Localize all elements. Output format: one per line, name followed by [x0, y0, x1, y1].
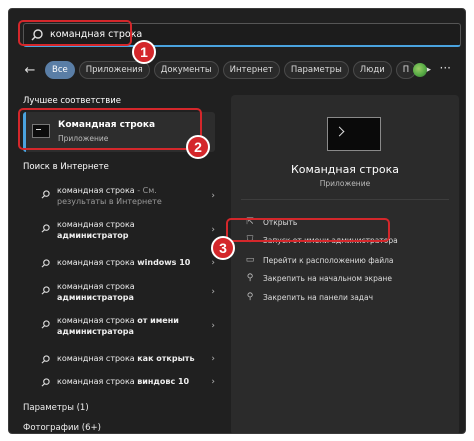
- web-result-query: командная строка: [57, 316, 138, 325]
- highlight-search: [18, 20, 132, 46]
- web-result-query: командная строка: [57, 354, 138, 363]
- tab-apps[interactable]: Приложения: [78, 61, 150, 79]
- action-label: Закрепить на начальном экране: [263, 273, 392, 283]
- web-result-query: командная строка: [57, 282, 135, 291]
- chevron-right-icon: ›: [211, 225, 215, 235]
- search-icon: [41, 355, 50, 364]
- settings-section[interactable]: Параметры (1): [23, 403, 89, 413]
- action-label: Закрепить на панели задач: [263, 292, 374, 302]
- divider: [241, 199, 449, 200]
- detail-subtitle: Приложение: [319, 179, 371, 188]
- folder-icon: ▭: [245, 255, 255, 265]
- cmd-large-icon: [327, 117, 381, 151]
- chevron-right-icon: ›: [211, 191, 215, 201]
- chevron-right-icon: ›: [211, 287, 215, 297]
- search-icon: [41, 190, 50, 199]
- back-arrow-icon[interactable]: ←: [21, 61, 39, 79]
- tab-all[interactable]: Все: [45, 61, 75, 79]
- step-badge-3: 3: [211, 236, 235, 260]
- tab-people[interactable]: Люди: [352, 61, 392, 79]
- web-result-query: командная строка: [57, 220, 135, 229]
- action-pin-taskbar[interactable]: ⚲ Закрепить на панели задач: [245, 290, 373, 304]
- search-icon: [41, 286, 50, 295]
- tab-documents[interactable]: Документы: [153, 61, 219, 79]
- pin-icon: ⚲: [246, 273, 254, 283]
- search-icon: [41, 378, 50, 387]
- search-icon: [41, 224, 50, 233]
- search-icon: [41, 320, 50, 329]
- highlight-run-as-admin: [226, 218, 390, 242]
- web-result-bold: виндовс 10: [137, 377, 190, 386]
- filter-tabs: ← Все Приложения Документы Интернет Пара…: [21, 60, 431, 80]
- web-result-bold: администратор: [57, 231, 129, 240]
- tab-internet[interactable]: Интернет: [222, 61, 280, 79]
- web-result-bold: как открыть: [137, 354, 195, 363]
- avatar[interactable]: [413, 63, 427, 77]
- pin-icon: ⚲: [246, 292, 254, 302]
- web-result-query: командная строка: [57, 186, 135, 195]
- more-options-icon[interactable]: ···: [440, 61, 451, 75]
- action-label: Перейти к расположению файла: [263, 255, 394, 265]
- step-badge-1: 1: [132, 40, 156, 64]
- search-icon: [41, 259, 50, 268]
- tab-settings[interactable]: Параметры: [283, 61, 349, 79]
- chevron-right-icon: ›: [211, 258, 215, 268]
- chevron-right-icon: ›: [211, 377, 215, 387]
- chevron-right-icon: ›: [211, 321, 215, 331]
- highlight-best-match: [18, 108, 202, 150]
- chevron-right-icon: ›: [211, 354, 215, 364]
- web-result-query: командная строка: [57, 377, 138, 386]
- detail-pane: Командная строка Приложение ⇱ Открыть ⛉ …: [231, 95, 459, 433]
- web-result-bold: windows 10: [137, 258, 191, 267]
- web-result-query: командная строка: [57, 258, 138, 267]
- web-search-heading: Поиск в Интернете: [23, 162, 109, 172]
- action-pin-start[interactable]: ⚲ Закрепить на начальном экране: [245, 271, 392, 285]
- best-match-heading: Лучшее соответствие: [23, 96, 121, 106]
- detail-title: Командная строка: [291, 163, 399, 176]
- step-badge-2: 2: [186, 135, 210, 159]
- photos-section[interactable]: Фотографии (6+): [23, 423, 101, 433]
- web-result-bold: администратора: [57, 293, 134, 302]
- action-open-file-location[interactable]: ▭ Перейти к расположению файла: [245, 253, 394, 267]
